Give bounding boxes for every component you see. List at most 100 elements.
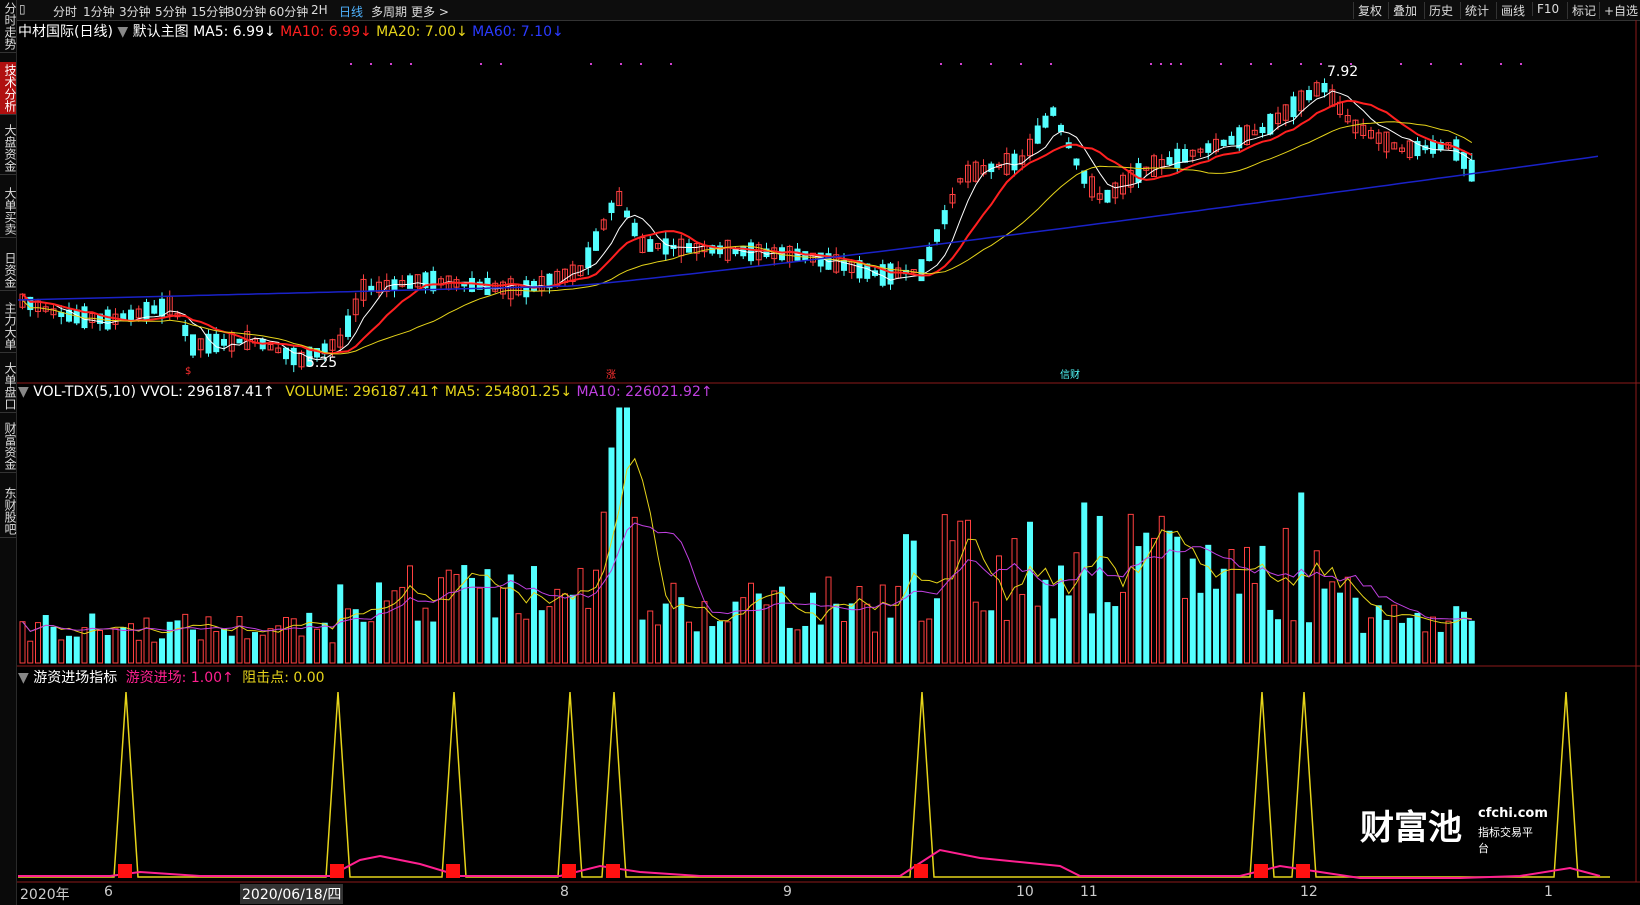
- volume-bar: [724, 621, 731, 664]
- candle-body: [1042, 115, 1049, 128]
- event-mark-3[interactable]: 信财: [1060, 366, 1080, 381]
- entry-signal-square: [562, 864, 576, 878]
- volume-panel-header: ▼ VOL-TDX(5,10) VVOL: 296187.41↑ VOLUME:…: [18, 384, 713, 400]
- candle-body: [1034, 125, 1041, 144]
- signal-dot: [1300, 63, 1302, 65]
- volume-bar: [786, 627, 793, 664]
- candle-body: [1453, 139, 1460, 161]
- candle-body: [887, 263, 894, 285]
- volume-bar: [647, 610, 654, 664]
- candle-body: [1058, 124, 1064, 132]
- volume-bar: [841, 621, 847, 664]
- volume-bar: [1468, 620, 1475, 664]
- x-axis-label-5: 10: [1016, 884, 1034, 900]
- volume-bar: [1313, 550, 1320, 664]
- candle-body: [748, 242, 754, 262]
- candle-body: [58, 312, 65, 318]
- volume-bar: [980, 610, 987, 664]
- volume-bar: [383, 600, 390, 664]
- volume-bar: [1368, 617, 1374, 664]
- volume-bar: [1430, 616, 1436, 664]
- volume-value: VOLUME: 296187.41↑: [285, 384, 441, 400]
- volume-bar: [957, 520, 964, 664]
- volume-bar: [221, 628, 227, 664]
- event-mark-1[interactable]: $: [185, 366, 191, 377]
- volume-bar: [1213, 588, 1219, 664]
- volume-bar: [1321, 588, 1328, 664]
- volume-bar: [779, 586, 785, 664]
- volume-bar: [1065, 595, 1072, 664]
- volume-bar: [1275, 619, 1281, 664]
- volume-bar: [763, 604, 770, 664]
- volume-bar: [887, 617, 894, 664]
- indicator-settings-icon[interactable]: ▼: [18, 670, 29, 686]
- signal-dot: [1270, 63, 1272, 65]
- candle-body: [523, 280, 530, 298]
- vol-ma10-value: MA10: 226021.92↑: [576, 384, 713, 400]
- volume-settings-icon[interactable]: ▼: [18, 384, 29, 400]
- template-dropdown-icon[interactable]: ▼: [117, 24, 128, 40]
- volume-bar: [1003, 619, 1010, 664]
- vol-indicator-name[interactable]: VOL-TDX(5,10): [33, 384, 136, 400]
- event-mark-2[interactable]: 涨: [606, 366, 616, 381]
- signal-dot: [410, 63, 412, 65]
- indicator-name[interactable]: 游资进场指标: [33, 670, 117, 686]
- candle-body: [221, 338, 227, 346]
- template-name[interactable]: 默认主图: [133, 24, 189, 40]
- volume-bar: [1251, 582, 1258, 664]
- ma20-value: MA20: 7.00↓: [376, 24, 468, 40]
- volume-bar: [771, 590, 778, 664]
- volume-bar: [166, 621, 173, 664]
- volume-bar: [1282, 527, 1289, 664]
- volume-bar: [670, 582, 677, 664]
- volume-bar: [1112, 606, 1119, 664]
- signal-dot: [1400, 63, 1402, 65]
- volume-bar: [569, 594, 576, 664]
- volume-bar: [1375, 605, 1382, 664]
- volume-bar: [1081, 502, 1088, 664]
- volume-bar: [802, 625, 809, 664]
- entry-signal-square: [330, 864, 344, 878]
- volume-bar: [515, 613, 522, 664]
- volume-bar: [1298, 492, 1305, 664]
- candle-body: [213, 333, 220, 353]
- volume-bar: [794, 629, 801, 664]
- entry-signal-square: [606, 864, 620, 878]
- resist-spike-line: [18, 691, 1610, 878]
- volume-bar: [554, 588, 561, 664]
- volume-bar: [1174, 536, 1181, 664]
- volume-bar: [856, 586, 863, 664]
- volume-bar: [1228, 549, 1235, 664]
- candle-body: [182, 324, 189, 337]
- volume-bar: [1205, 544, 1212, 664]
- signal-dot: [1520, 63, 1522, 65]
- volume-bar: [910, 540, 917, 664]
- volume-bar: [97, 629, 103, 664]
- volume-bar: [879, 584, 886, 664]
- watermark: 财富池 cfchi.com 指标交易平台: [1360, 800, 1548, 855]
- x-axis-label-8: 1: [1544, 884, 1553, 900]
- watermark-brand: 财富池: [1360, 808, 1462, 848]
- volume-bar: [523, 618, 530, 664]
- volume-bar: [1414, 612, 1421, 664]
- candle-body: [1166, 157, 1173, 165]
- volume-bar: [492, 617, 499, 664]
- volume-bar: [445, 569, 452, 664]
- x-axis-label-0: 2020年: [20, 887, 70, 903]
- candle-body: [608, 202, 615, 214]
- volume-bar: [1096, 515, 1103, 664]
- signal-dot: [1160, 63, 1162, 65]
- volume-bar: [988, 610, 995, 664]
- candle-body: [484, 277, 491, 296]
- volume-bar: [872, 631, 878, 664]
- volume-bar: [104, 635, 111, 664]
- signal-dot: [1220, 63, 1222, 65]
- vol-ma5-line: [22, 457, 1472, 635]
- volume-bar: [934, 598, 940, 664]
- volume-bar: [1437, 631, 1444, 664]
- high-price-label: 7.92: [1327, 64, 1359, 80]
- volume-bar: [89, 613, 96, 664]
- volume-bar: [538, 610, 545, 664]
- candle-body: [934, 229, 940, 242]
- entry-signal-square: [118, 864, 132, 878]
